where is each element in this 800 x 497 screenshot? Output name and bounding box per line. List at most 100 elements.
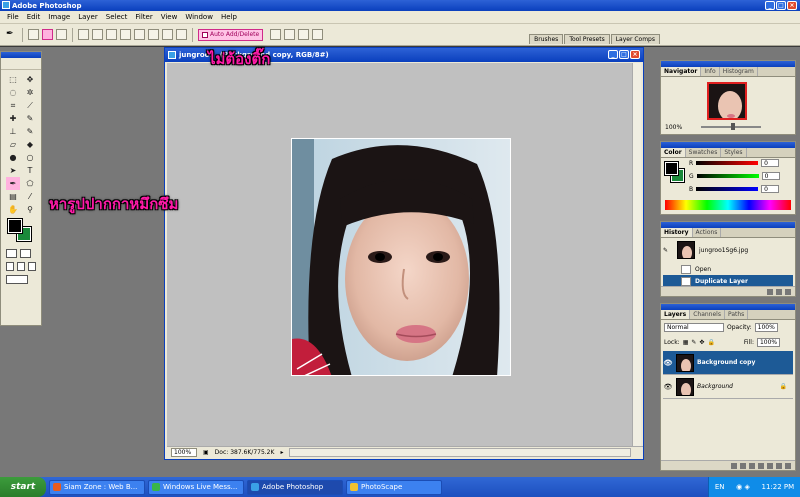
history-snapshot[interactable]: ✎ jungroo1Sg6.jpg <box>663 240 793 260</box>
tab-actions[interactable]: Actions <box>693 228 722 237</box>
hand-tool-icon[interactable]: ✋ <box>6 203 20 216</box>
status-menu-arrow-icon[interactable]: ▸ <box>280 449 283 456</box>
rounded-rectangle-icon[interactable] <box>120 29 131 40</box>
opacity-field[interactable]: 100% <box>754 323 778 332</box>
path-intersect-icon[interactable] <box>298 29 310 40</box>
delete-layer-icon[interactable] <box>785 462 791 469</box>
layer-row-background-copy[interactable]: 👁 Background copy <box>663 351 793 375</box>
new-group-icon[interactable] <box>767 462 773 469</box>
eraser-tool-icon[interactable]: ▱ <box>6 138 20 151</box>
new-document-from-state-icon[interactable] <box>767 288 773 295</box>
lock-all-icon[interactable]: 🔒 <box>707 339 714 346</box>
notes-tool-icon[interactable]: ▤ <box>6 190 20 203</box>
full-screen-icon[interactable] <box>28 262 36 271</box>
navigator-zoom-value[interactable]: 100% <box>665 124 682 131</box>
layer-row-background[interactable]: 👁 Background 🔒 <box>663 375 793 399</box>
line-icon[interactable] <box>162 29 173 40</box>
red-value-field[interactable]: 0 <box>761 159 780 167</box>
blur-tool-icon[interactable]: ● <box>6 151 20 164</box>
doc-minimize-button[interactable]: _ <box>608 50 618 59</box>
jump-to-imageready-icon[interactable] <box>6 275 28 284</box>
standard-screen-icon[interactable] <box>6 262 14 271</box>
rectangle-icon[interactable] <box>106 29 117 40</box>
auto-add-delete-checkbox[interactable]: Auto Add/Delete <box>198 28 264 41</box>
pen-tool-preset-icon[interactable]: ✒ <box>6 29 17 40</box>
doc-close-button[interactable]: × <box>630 50 640 59</box>
fill-pixels-icon[interactable] <box>56 29 67 40</box>
tab-histogram[interactable]: Histogram <box>720 67 758 76</box>
eyedropper-tool-icon[interactable]: ⁄ <box>23 190 37 203</box>
red-slider[interactable] <box>696 161 759 165</box>
tab-swatches[interactable]: Swatches <box>686 148 722 157</box>
lock-position-icon[interactable]: ✥ <box>699 339 704 346</box>
visibility-eye-icon[interactable]: 👁 <box>663 383 673 391</box>
lock-image-icon[interactable]: ✎ <box>691 339 696 346</box>
photo-portrait[interactable] <box>291 138 511 376</box>
healing-brush-tool-icon[interactable]: ✚ <box>6 112 20 125</box>
menu-view[interactable]: View <box>157 13 182 21</box>
slice-tool-icon[interactable]: ⟋ <box>23 99 37 112</box>
lasso-tool-icon[interactable]: ◌ <box>6 86 20 99</box>
menu-window[interactable]: Window <box>181 13 217 21</box>
well-tab-layer-comps[interactable]: Layer Comps <box>610 34 660 44</box>
tab-navigator[interactable]: Navigator <box>661 67 702 76</box>
green-value-field[interactable]: 0 <box>761 172 780 180</box>
layer-mask-icon[interactable] <box>749 462 755 469</box>
doc-zoom-field[interactable]: 100% <box>171 448 197 457</box>
menu-file[interactable]: File <box>3 13 23 21</box>
freeform-pen-icon[interactable] <box>92 29 103 40</box>
marquee-tool-icon[interactable]: ⬚ <box>6 73 20 86</box>
adjustment-layer-icon[interactable] <box>758 462 764 469</box>
brush-tool-icon[interactable]: ✎ <box>23 112 37 125</box>
ellipse-icon[interactable] <box>134 29 145 40</box>
vertical-scrollbar[interactable] <box>632 63 641 447</box>
full-screen-menu-icon[interactable] <box>17 262 25 271</box>
start-button[interactable]: start <box>0 477 46 497</box>
tab-layers[interactable]: Layers <box>661 310 691 319</box>
path-add-icon[interactable] <box>270 29 282 40</box>
move-tool-icon[interactable]: ✥ <box>23 73 37 86</box>
history-state-open[interactable]: Open <box>663 263 793 275</box>
delete-state-icon[interactable] <box>785 288 791 295</box>
pen-icon[interactable] <box>78 29 89 40</box>
clone-stamp-tool-icon[interactable]: ⊥ <box>6 125 20 138</box>
shape-layers-icon[interactable] <box>28 29 39 40</box>
path-subtract-icon[interactable] <box>284 29 296 40</box>
quick-mask-mode-icon[interactable] <box>20 249 31 258</box>
close-button[interactable]: × <box>787 1 797 10</box>
lock-transparency-icon[interactable]: ▦ <box>683 339 689 346</box>
visibility-eye-icon[interactable]: 👁 <box>663 359 673 367</box>
menu-select[interactable]: Select <box>102 13 132 21</box>
tab-info[interactable]: Info <box>701 67 720 76</box>
history-brush-source-icon[interactable]: ✎ <box>663 247 673 254</box>
tab-styles[interactable]: Styles <box>721 148 747 157</box>
task-windows-live-messenger[interactable]: Windows Live Mess... <box>148 479 244 495</box>
link-layers-icon[interactable] <box>731 462 737 469</box>
crop-tool-icon[interactable]: ⌗ <box>6 99 20 112</box>
menu-help[interactable]: Help <box>217 13 241 21</box>
blend-mode-select[interactable]: Normal <box>664 323 724 332</box>
tab-paths[interactable]: Paths <box>725 310 749 319</box>
custom-shape-tool-icon[interactable]: ⬠ <box>23 177 37 190</box>
new-layer-icon[interactable] <box>776 462 782 469</box>
task-adobe-photoshop[interactable]: Adobe Photoshop <box>247 479 343 495</box>
menu-edit[interactable]: Edit <box>23 13 45 21</box>
paint-bucket-tool-icon[interactable]: ◆ <box>23 138 37 151</box>
doc-info-icon[interactable]: ▣ <box>203 449 209 456</box>
zoom-tool-icon[interactable]: ⚲ <box>23 203 37 216</box>
color-spectrum-bar[interactable] <box>665 200 791 210</box>
menu-image[interactable]: Image <box>44 13 74 21</box>
menu-filter[interactable]: Filter <box>131 13 156 21</box>
tab-channels[interactable]: Channels <box>690 310 725 319</box>
new-snapshot-icon[interactable] <box>776 288 782 295</box>
layer-style-icon[interactable] <box>740 462 746 469</box>
custom-shape-icon[interactable] <box>176 29 187 40</box>
green-slider[interactable] <box>696 174 759 178</box>
magic-wand-tool-icon[interactable]: ✲ <box>23 86 37 99</box>
language-indicator[interactable]: EN <box>715 483 725 491</box>
color-foreground-swatch[interactable] <box>664 161 679 176</box>
blue-slider[interactable] <box>696 187 759 191</box>
history-brush-tool-icon[interactable]: ✎ <box>23 125 37 138</box>
doc-maximize-button[interactable]: □ <box>619 50 629 59</box>
horizontal-scrollbar[interactable] <box>289 448 631 457</box>
